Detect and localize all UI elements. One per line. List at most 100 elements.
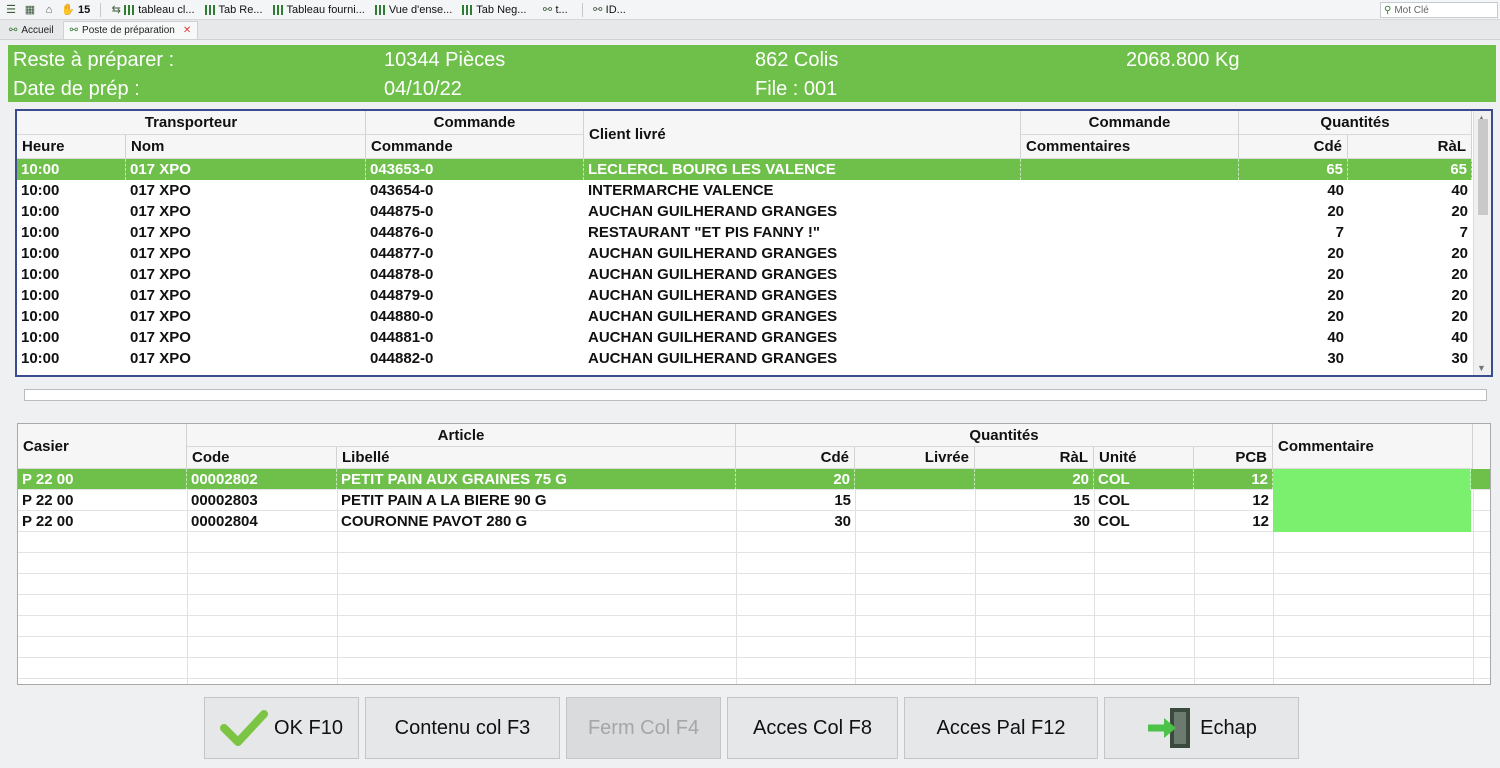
col-heure[interactable]: Heure (17, 135, 126, 159)
link-icon: ⚯ (69, 25, 79, 36)
order-row[interactable]: 10:00 017 XPO 044879-0 AUCHAN GUILHERAND GR… (17, 285, 1472, 306)
order-cell-commande: 044875-0 (370, 203, 434, 220)
date-label: Date de prép : (13, 78, 140, 100)
order-row[interactable]: 10:00 017 XPO 044880-0 AUCHAN GUILHERAND GR… (17, 306, 1472, 327)
order-cell-client: RESTAURANT "ET PIS FANNY !" (588, 224, 821, 241)
articles-grid[interactable]: Casier Article Quantités Commentaire Cod… (17, 423, 1491, 685)
tab-accueil[interactable]: ⚯ Accueil (3, 21, 60, 39)
scrollbar-thumb[interactable] (1478, 119, 1488, 215)
order-row[interactable]: 10:00 017 XPO 044875-0 AUCHAN GUILHERAND GR… (17, 201, 1472, 222)
article-row[interactable]: P 22 00 00002803 PETIT PAIN A LA BIERE 90 … (18, 490, 1490, 511)
col-cde-article[interactable]: Cdé (736, 447, 855, 469)
col-unite[interactable]: Unité (1094, 447, 1194, 469)
toolbar-t[interactable]: ⚯ t... (536, 3, 568, 17)
echap-button[interactable]: Echap (1104, 697, 1299, 759)
empty-row (18, 574, 1490, 595)
chart-icon (462, 4, 474, 15)
orders-scrollbar[interactable]: ▲ ▼ (1473, 111, 1491, 375)
header-quantites: Quantités (1239, 111, 1472, 135)
order-row[interactable]: 10:00 017 XPO 044878-0 AUCHAN GUILHERAND GR… (17, 264, 1472, 285)
link-icon: ⚯ (593, 4, 603, 16)
ferm-col-button[interactable]: Ferm Col F4 (566, 697, 721, 759)
article-cell-unite: COL (1098, 513, 1130, 530)
header-commande: Commande (366, 111, 584, 135)
order-row[interactable]: 10:00 017 XPO 043653-0 LECLERCL BOURG LES V… (17, 159, 1472, 180)
order-cell-cde: 40 (1327, 182, 1344, 199)
article-comment-field[interactable] (1273, 490, 1471, 511)
col-pcb[interactable]: PCB (1194, 447, 1273, 469)
order-cell-client: LECLERCL BOURG LES VALENCE (584, 159, 1021, 180)
order-cell-ral: 20 (1451, 266, 1468, 283)
header-casier[interactable]: Casier (18, 424, 187, 469)
header-commentaire[interactable]: Commentaire (1273, 424, 1473, 469)
link-icon: ⚯ (9, 24, 18, 36)
reste-label: Reste à préparer : (13, 49, 175, 71)
contenu-col-button[interactable]: Contenu col F3 (365, 697, 560, 759)
order-row[interactable]: 10:00 017 XPO 043654-0 INTERMARCHE VALENCE 4… (17, 180, 1472, 201)
order-row[interactable]: 10:00 017 XPO 044877-0 AUCHAN GUILHERAND GR… (17, 243, 1472, 264)
order-cell-comm (1021, 180, 1239, 201)
col-commande[interactable]: Commande (366, 135, 584, 159)
article-cell-unite: COL (1098, 492, 1130, 509)
order-cell-cde: 20 (1327, 308, 1344, 325)
col-commentaires[interactable]: Commentaires (1021, 135, 1239, 159)
top-toolbar: ☰ ▦ ⌂ ✋ 15 ⇆ tableau cl... Tab Re... Tab… (0, 0, 1500, 20)
toolbar-tableau-cl[interactable]: tableau cl... (124, 4, 195, 16)
col-cde[interactable]: Cdé (1239, 135, 1348, 159)
order-cell-ral: 65 (1348, 159, 1472, 180)
col-ral[interactable]: RàL (1348, 135, 1472, 159)
order-cell-heure: 10:00 (21, 182, 60, 199)
article-cell-cde: 15 (834, 492, 851, 509)
orders-grid[interactable]: Transporteur Commande Client livré Comma… (15, 109, 1493, 377)
article-row[interactable]: P 22 00 00002802 PETIT PAIN AUX GRAINES 75… (18, 469, 1490, 490)
swap-arrows-icon[interactable]: ⇆ (108, 3, 124, 17)
col-ral-article[interactable]: RàL (975, 447, 1094, 469)
checkmark-icon (220, 710, 269, 746)
acces-pal-button[interactable]: Acces Pal F12 (904, 697, 1098, 759)
order-cell-nom: 017 XPO (130, 266, 191, 283)
keyword-search-input[interactable]: ⚲ Mot Clé (1380, 2, 1498, 18)
order-cell-heure: 10:00 (21, 287, 60, 304)
toolbar-id[interactable]: ⚯ ID... (587, 3, 626, 17)
acces-col-button[interactable]: Acces Col F8 (727, 697, 898, 759)
ok-button[interactable]: OK F10 (204, 697, 359, 759)
order-row[interactable]: 10:00 017 XPO 044876-0 RESTAURANT "ET PIS F… (17, 222, 1472, 243)
chart-icon (374, 4, 386, 15)
col-nom[interactable]: Nom (126, 135, 366, 159)
scroll-down-icon[interactable]: ▼ (1477, 363, 1486, 373)
article-cell-libelle: PETIT PAIN A LA BIERE 90 G (341, 492, 547, 509)
order-cell-nom: 017 XPO (130, 245, 191, 262)
order-cell-comm (1021, 159, 1239, 180)
orders-grid-header: Transporteur Commande Client livré Comma… (17, 111, 1472, 159)
col-code[interactable]: Code (187, 447, 337, 469)
home-icon[interactable]: ⌂ (41, 3, 57, 17)
order-cell-comm (1021, 264, 1239, 285)
order-cell-nom: 017 XPO (130, 287, 191, 304)
header-article: Article (187, 424, 736, 447)
menu-icon[interactable]: ☰ (3, 3, 19, 17)
article-row[interactable]: P 22 00 00002804 COURONNE PAVOT 280 G 30 30 C… (18, 511, 1490, 532)
toolbar-vue-ensemble[interactable]: Vue d'ense... (374, 4, 452, 16)
toolbar-tab-re[interactable]: Tab Re... (204, 4, 263, 16)
empty-row (18, 553, 1490, 574)
header-commande-group: Commande (1021, 111, 1239, 135)
calendar-icon[interactable]: ▦ (22, 3, 38, 17)
close-tab-icon[interactable]: ✕ (183, 25, 191, 36)
toolbar-tableau-fourni[interactable]: Tableau fourni... (272, 4, 365, 16)
order-row[interactable]: 10:00 017 XPO 044881-0 AUCHAN GUILHERAND GR… (17, 327, 1472, 348)
header-client-livre[interactable]: Client livré (584, 111, 1021, 159)
article-comment-field[interactable] (1273, 511, 1471, 532)
tab-poste-preparation[interactable]: ⚯ Poste de préparation ✕ (62, 21, 199, 39)
toolbar-tab-neg[interactable]: Tab Neg... (462, 4, 526, 16)
article-comment-field[interactable] (1273, 469, 1471, 490)
weight-value: 2068.800 Kg (1126, 49, 1240, 71)
order-cell-nom: 017 XPO (130, 329, 191, 346)
article-cell-casier: P 22 00 (18, 469, 187, 490)
order-cell-heure: 10:00 (21, 266, 60, 283)
hand-icon[interactable]: ✋ (60, 3, 76, 17)
col-livree[interactable]: Livrée (855, 447, 975, 469)
col-libelle[interactable]: Libellé (337, 447, 736, 469)
order-row[interactable]: 10:00 017 XPO 044882-0 AUCHAN GUILHERAND GR… (17, 348, 1472, 369)
order-cell-comm (1021, 306, 1239, 327)
order-cell-ral: 20 (1451, 245, 1468, 262)
